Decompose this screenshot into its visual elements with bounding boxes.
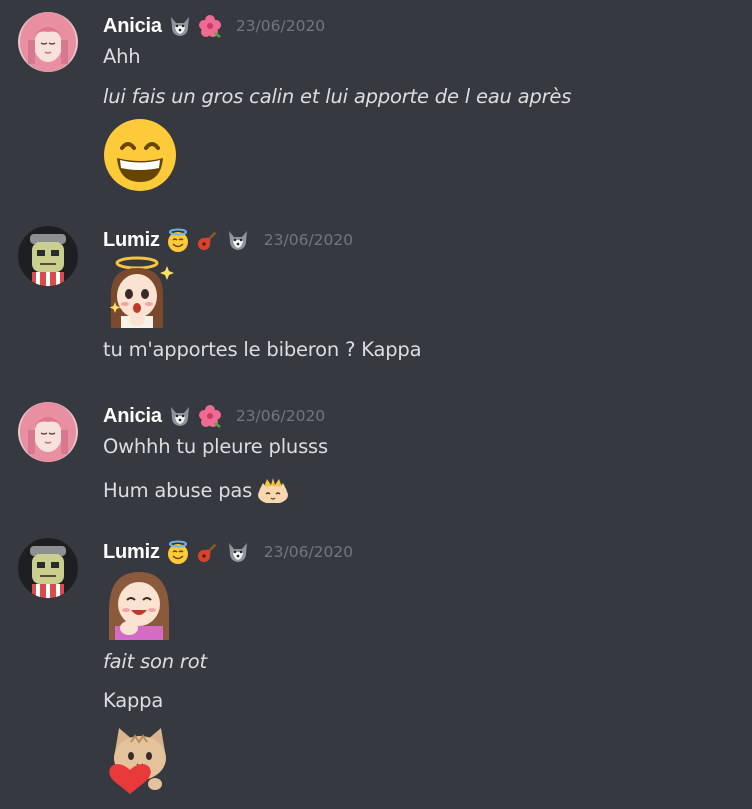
- message-header: Lumiz 23/06/2020: [103, 538, 353, 566]
- message-text: tu m'apportes le biberon ? Kappa: [103, 338, 422, 361]
- halo-smile-icon: [166, 540, 190, 564]
- message-text: fait son rot: [103, 650, 207, 673]
- wolf-icon: [226, 228, 250, 252]
- message-group: Lumiz: [0, 226, 752, 376]
- halo-smile-icon: [166, 228, 190, 252]
- avatar[interactable]: [18, 226, 78, 286]
- message-line: Hum abuse pas: [103, 477, 290, 504]
- wolf-icon: [168, 14, 192, 38]
- message-header: Anicia 23/06/2020: [103, 402, 325, 430]
- message-text: Owhhh tu pleure plusss: [103, 435, 328, 458]
- username[interactable]: Anicia: [103, 405, 162, 428]
- grinning-face-emoji: [103, 118, 177, 196]
- wolf-icon: [168, 404, 192, 428]
- angel-girl-emote: [103, 254, 177, 332]
- guitar-icon: [196, 228, 220, 252]
- username[interactable]: Lumiz: [103, 541, 160, 564]
- timestamp: 23/06/2020: [235, 17, 326, 35]
- wolf-icon: [226, 540, 250, 564]
- message-group: Lumiz: [0, 538, 752, 809]
- message-text: lui fais un gros calin et lui apporte de…: [103, 85, 572, 108]
- crowned-cat-emote: [256, 477, 290, 504]
- message-group: Anicia 23/06/2020 Ahh lui fais un gros c…: [0, 12, 752, 192]
- message-header: Lumiz 23/06/2020: [103, 226, 353, 254]
- timestamp: 23/06/2020: [263, 231, 354, 249]
- cat-heart-emote: [103, 722, 177, 800]
- message-header: Anicia 23/06/2020: [103, 12, 325, 40]
- username[interactable]: Lumiz: [103, 229, 160, 252]
- message-text: Kappa: [103, 689, 164, 712]
- avatar[interactable]: [18, 12, 78, 72]
- message-group: Anicia 23/06/2020 Owhhh tu pleure plusss…: [0, 402, 752, 512]
- message-text: Ahh: [103, 45, 141, 68]
- timestamp: 23/06/2020: [235, 407, 326, 425]
- happy-girl-emote: [103, 566, 177, 644]
- avatar[interactable]: [18, 402, 78, 462]
- username[interactable]: Anicia: [103, 15, 162, 38]
- hibiscus-icon: [198, 404, 222, 428]
- guitar-icon: [196, 540, 220, 564]
- timestamp: 23/06/2020: [263, 543, 354, 561]
- message-text: Hum abuse pas: [103, 479, 253, 502]
- avatar[interactable]: [18, 538, 78, 598]
- hibiscus-icon: [198, 14, 222, 38]
